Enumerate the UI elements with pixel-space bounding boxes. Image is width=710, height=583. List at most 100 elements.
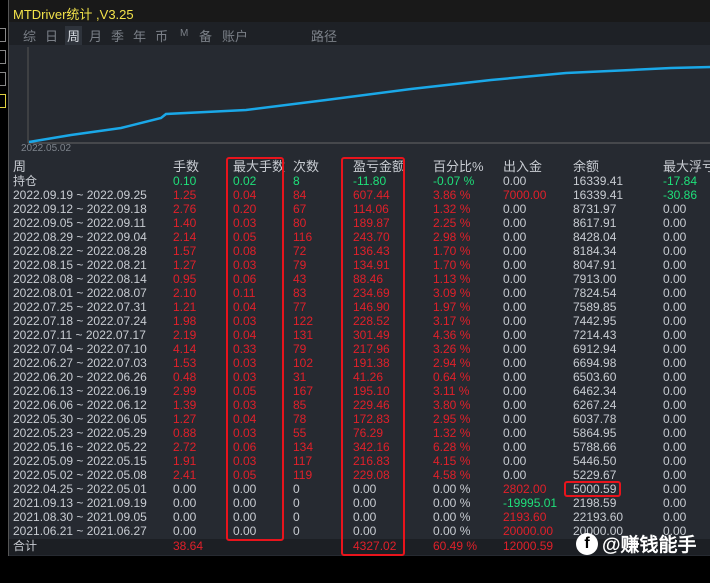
lots-cell: 1.21 xyxy=(173,300,197,314)
count-cell: 0 xyxy=(293,482,300,496)
balance-cell: 余额 xyxy=(573,159,600,174)
count-cell: 0 xyxy=(293,510,300,524)
balance-cell: 16339.41 xyxy=(573,174,624,188)
lots-cell: 2.76 xyxy=(173,202,197,216)
side-button[interactable] xyxy=(0,50,6,64)
deposit-cell: 0.00 xyxy=(503,258,527,272)
max-float-loss-cell: 0.00 xyxy=(663,454,687,468)
balance-cell: 7589.85 xyxy=(573,300,617,314)
max-float-loss-cell: -30.86 xyxy=(663,188,698,202)
tab-day[interactable]: 日 xyxy=(45,26,58,45)
deposit-cell: 0.00 xyxy=(503,174,527,188)
period-cell: 2022.05.30 ~ 2022.06.05 xyxy=(13,412,147,426)
balance-chart xyxy=(27,47,710,144)
count-cell: 77 xyxy=(293,300,307,314)
deposit-cell: 0.00 xyxy=(503,202,527,216)
tab-path[interactable]: 路径 xyxy=(311,26,337,45)
period-cell: 2022.08.29 ~ 2022.09.04 xyxy=(13,230,147,244)
watermark-text: @赚钱能手 xyxy=(602,535,697,556)
count-cell: 79 xyxy=(293,342,307,356)
balance-cell: 7913.00 xyxy=(573,272,617,286)
balance-cell: 22193.60 xyxy=(573,510,624,524)
percent-cell: 3.80 % xyxy=(433,398,471,412)
deposit-cell: -19995.01 xyxy=(503,496,558,510)
count-cell: 8 xyxy=(293,174,300,188)
lots-cell: 1.40 xyxy=(173,216,197,230)
lots-cell: 手数 xyxy=(173,159,200,174)
period-cell: 2022.06.27 ~ 2022.07.03 xyxy=(13,356,147,370)
highlight-pnl xyxy=(341,157,405,556)
lots-cell: 0.00 xyxy=(173,482,197,496)
lots-cell: 0.48 xyxy=(173,370,197,384)
count-cell: 72 xyxy=(293,244,307,258)
percent-cell: 0.64 % xyxy=(433,370,471,384)
percent-cell: 4.15 % xyxy=(433,454,471,468)
count-cell: 31 xyxy=(293,370,307,384)
tab-week[interactable]: 周 xyxy=(65,26,83,45)
max-float-loss-cell: 0.00 xyxy=(663,216,687,230)
side-button[interactable] xyxy=(0,94,6,108)
deposit-cell: 0.00 xyxy=(503,286,527,300)
deposit-cell: 2802.00 xyxy=(503,482,547,496)
side-button[interactable] xyxy=(0,72,6,86)
tab-m[interactable]: M xyxy=(180,28,188,39)
percent-cell: 0.00 % xyxy=(433,482,471,496)
lots-cell: 2.10 xyxy=(173,286,197,300)
balance-cell: 5229.67 xyxy=(573,468,617,482)
period-cell: 2022.09.05 ~ 2022.09.11 xyxy=(13,216,146,230)
percent-cell: 1.70 % xyxy=(433,244,471,258)
max-float-loss-cell: 0.00 xyxy=(663,468,687,482)
watermark: f @赚钱能手 xyxy=(576,530,697,557)
period-cell: 2021.08.30 ~ 2021.09.05 xyxy=(13,510,147,524)
deposit-cell: 0.00 xyxy=(503,398,527,412)
lots-cell: 0.95 xyxy=(173,272,197,286)
deposit-cell: 20000.00 xyxy=(503,524,554,538)
deposit-cell: 0.00 xyxy=(503,272,527,286)
deposit-cell: 0.00 xyxy=(503,412,527,426)
balance-cell: 8047.91 xyxy=(573,258,617,272)
percent-cell: 1.97 % xyxy=(433,300,471,314)
lots-cell: 0.00 xyxy=(173,496,197,510)
period-cell: 2021.09.13 ~ 2021.09.19 xyxy=(13,496,147,510)
tab-backup[interactable]: 备 xyxy=(199,26,212,45)
max-float-loss-cell: 0.00 xyxy=(663,230,687,244)
max-float-loss-cell: -17.84 xyxy=(663,174,698,188)
lots-cell: 1.53 xyxy=(173,356,197,370)
tab-year[interactable]: 年 xyxy=(133,26,146,45)
period-cell: 2022.07.04 ~ 2022.07.10 xyxy=(13,342,147,356)
count-cell: 次数 xyxy=(293,159,320,174)
count-cell: 55 xyxy=(293,426,307,440)
percent-cell: 3.17 % xyxy=(433,314,471,328)
period-cell: 2022.04.25 ~ 2022.05.01 xyxy=(13,482,147,496)
tab-account[interactable]: 账户 xyxy=(222,26,248,45)
lots-cell: 2.41 xyxy=(173,468,197,482)
count-cell: 80 xyxy=(293,216,307,230)
lots-cell: 4.14 xyxy=(173,342,197,356)
balance-cell: 6912.94 xyxy=(573,342,617,356)
chart-start-date: 2022.05.02 xyxy=(21,143,72,154)
side-button[interactable] xyxy=(0,28,6,42)
tab-month[interactable]: 月 xyxy=(89,26,102,45)
deposit-cell: 0.00 xyxy=(503,440,527,454)
percent-cell: 6.28 % xyxy=(433,440,471,454)
period-cell: 2022.06.20 ~ 2022.06.26 xyxy=(13,370,147,384)
max-float-loss-cell: 0.00 xyxy=(663,202,687,216)
max-float-loss-cell: 最大浮亏 xyxy=(663,159,710,174)
tab-currency[interactable]: 币 xyxy=(155,26,168,45)
tab-summary[interactable]: 综 xyxy=(23,26,36,45)
max-float-loss-cell: 0.00 xyxy=(663,426,687,440)
percent-cell: 3.11 % xyxy=(433,384,470,398)
balance-cell: 5864.95 xyxy=(573,426,617,440)
lots-cell: 1.91 xyxy=(173,454,197,468)
deposit-cell: 7000.00 xyxy=(503,188,547,202)
percent-cell: 百分比% xyxy=(433,159,484,174)
period-cell: 2022.05.09 ~ 2022.05.15 xyxy=(13,454,147,468)
lots-cell: 2.72 xyxy=(173,440,197,454)
tab-quarter[interactable]: 季 xyxy=(111,26,124,45)
max-float-loss-cell: 0.00 xyxy=(663,286,687,300)
percent-cell: 2.94 % xyxy=(433,356,471,370)
deposit-cell: 12000.59 xyxy=(503,539,554,553)
balance-cell: 8617.91 xyxy=(573,216,617,230)
percent-cell: 0.00 % xyxy=(433,510,471,524)
stats-window: MTDriver统计 ,V3.25 综 日 周 月 季 年 币 M 备 账户 路… xyxy=(8,0,710,556)
